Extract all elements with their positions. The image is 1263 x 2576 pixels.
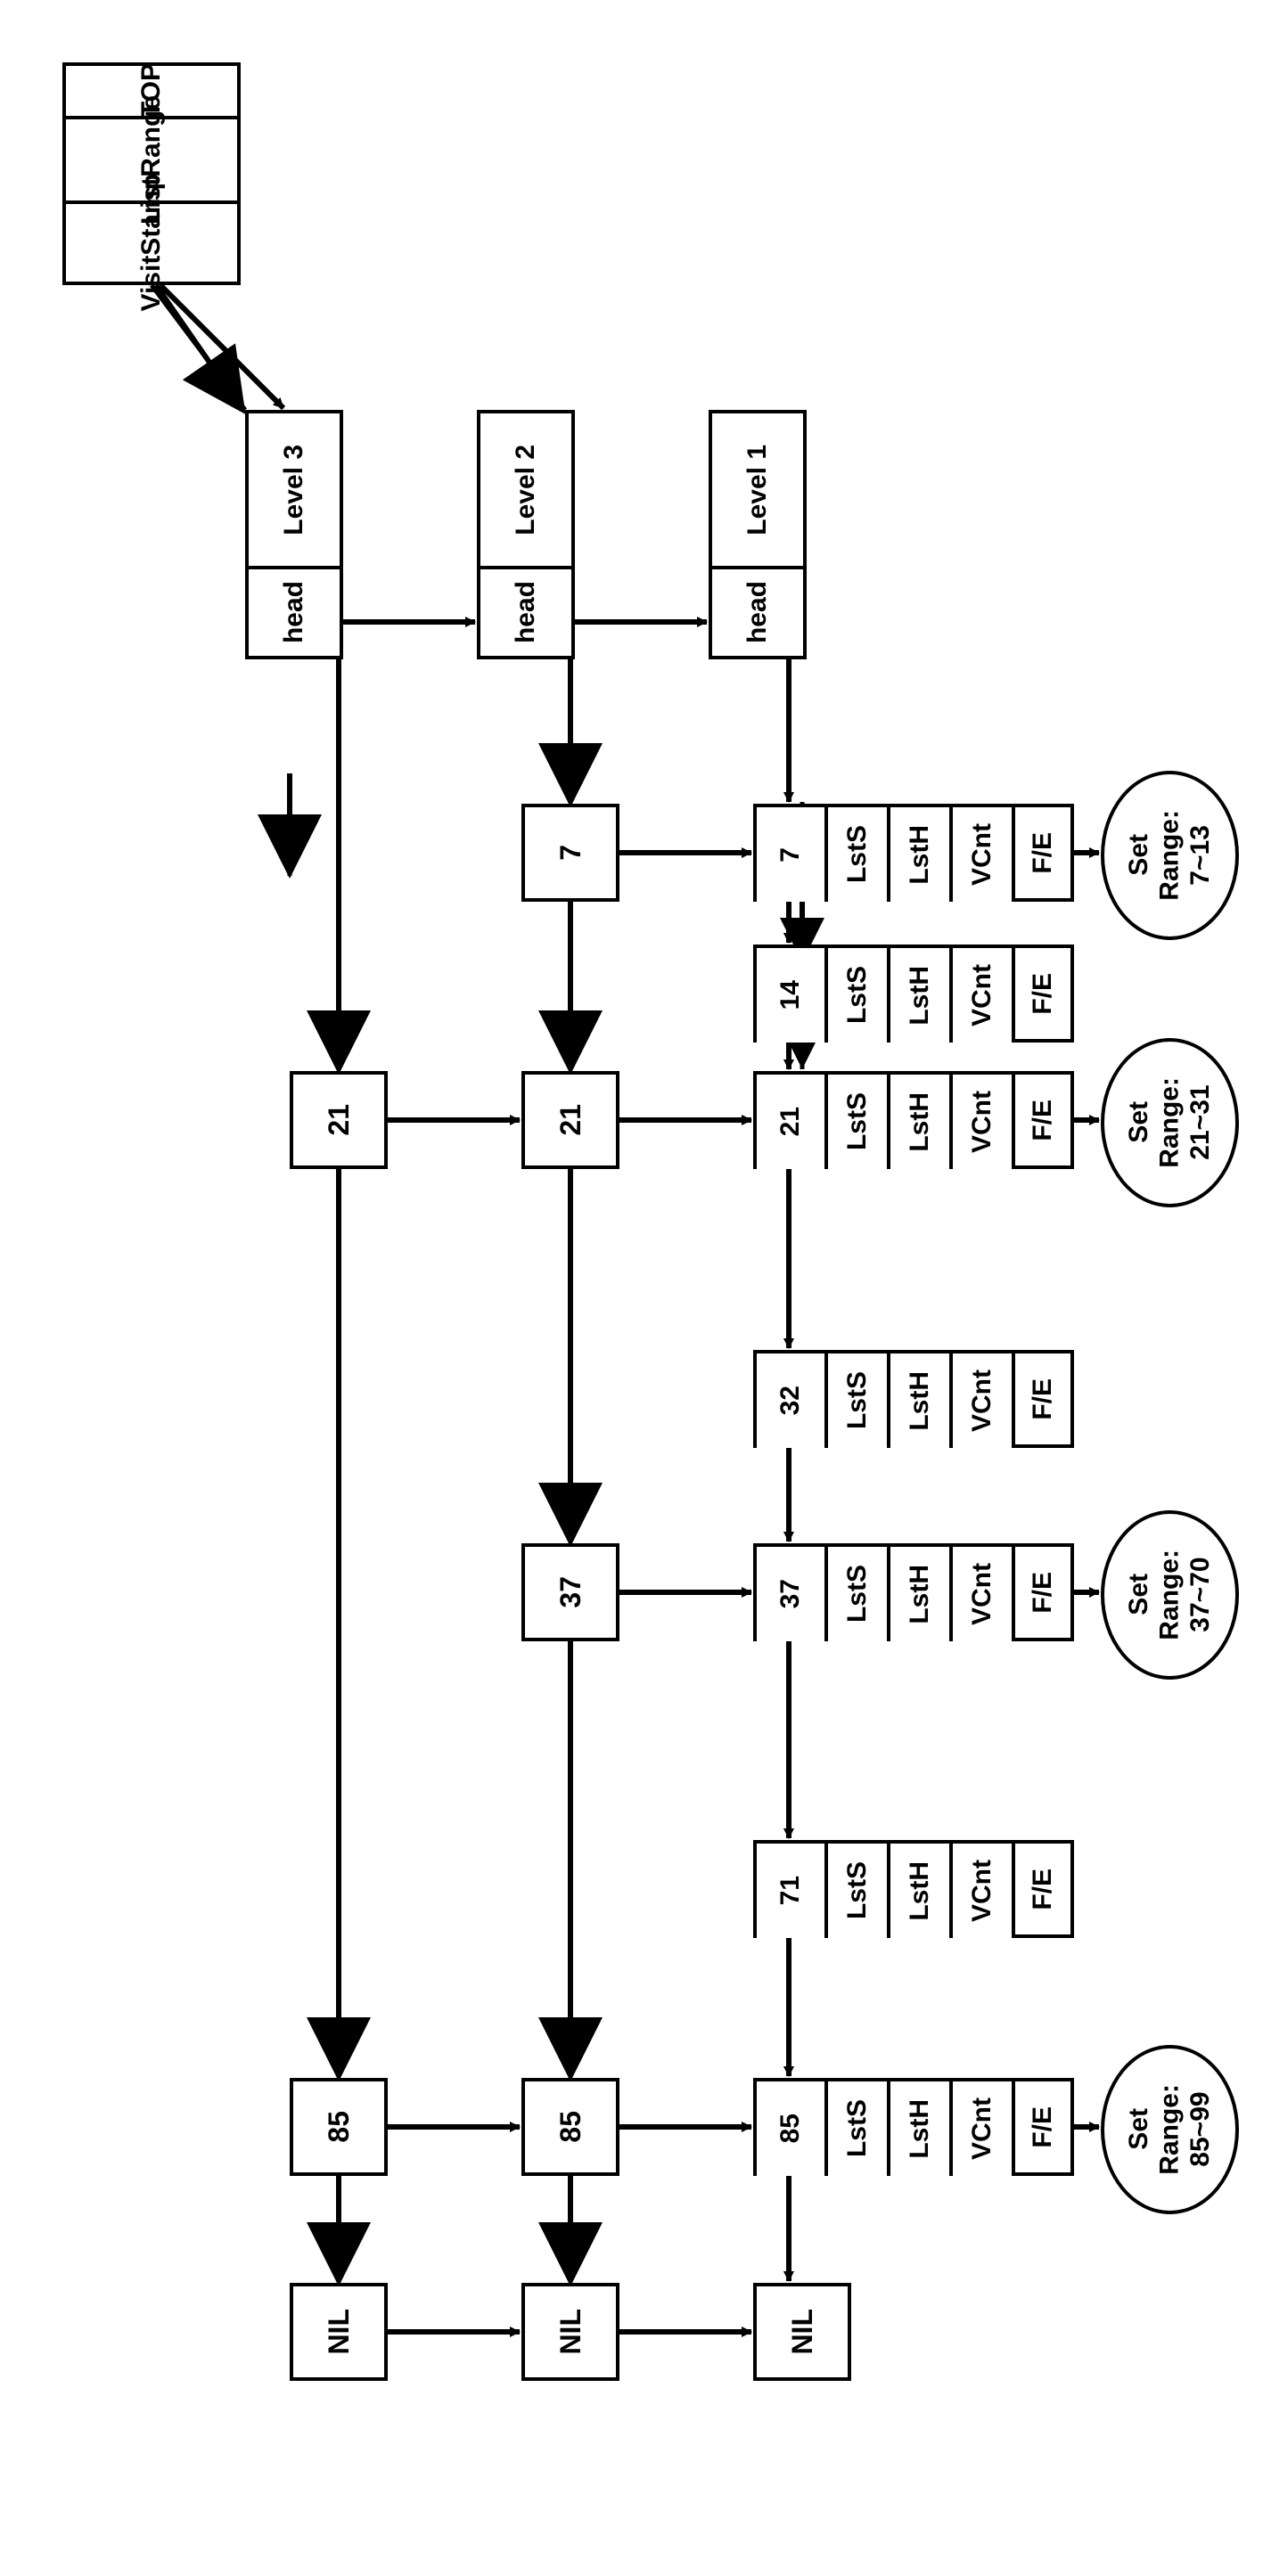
l1-node-7: 7 LstS LstH VCnt F/E: [753, 804, 1074, 902]
l1-node-nil: NIL: [753, 2283, 851, 2381]
top-block: TOP ListRange VisitStamp: [62, 62, 241, 285]
l2-node-37: 37: [521, 1543, 619, 1641]
l3-node-21: 21: [290, 1071, 388, 1169]
level1-header: Level 1 head: [709, 410, 807, 659]
range-85-99: SetRange:85~99: [1101, 2045, 1239, 2214]
l3-node-nil: NIL: [290, 2283, 388, 2381]
l2-node-nil: NIL: [521, 2283, 619, 2381]
top-visitstamp: VisitStamp: [136, 174, 167, 312]
l2-node-21: 21: [521, 1071, 619, 1169]
l2-node-85: 85: [521, 2078, 619, 2176]
level3-label: Level 3: [279, 445, 309, 536]
level3-head: head: [279, 581, 309, 643]
level2-head: head: [511, 581, 541, 643]
l1-node-85: 85 LstS LstH VCnt F/E: [753, 2078, 1074, 2176]
level2-label: Level 2: [511, 445, 541, 536]
level1-head: head: [742, 581, 773, 643]
range-37-70: SetRange:37~70: [1101, 1510, 1239, 1680]
l1-node-14: 14 LstS LstH VCnt F/E: [753, 945, 1074, 1043]
diagram-canvas: TOP ListRange VisitStamp Level 3 head Le…: [27, 27, 1236, 2549]
l3-node-85: 85: [290, 2078, 388, 2176]
level2-header: Level 2 head: [477, 410, 575, 659]
level1-label: Level 1: [742, 445, 773, 536]
l2-node-7: 7: [521, 804, 619, 902]
range-7-13: SetRange:7~13: [1101, 771, 1239, 940]
l1-node-71: 71 LstS LstH VCnt F/E: [753, 1840, 1074, 1938]
l1-node-32: 32 LstS LstH VCnt F/E: [753, 1350, 1074, 1448]
range-21-31: SetRange:21~31: [1101, 1038, 1239, 1207]
level3-header: Level 3 head: [245, 410, 343, 659]
l1-node-37: 37 LstS LstH VCnt F/E: [753, 1543, 1074, 1641]
l1-node-21: 21 LstS LstH VCnt F/E: [753, 1071, 1074, 1169]
